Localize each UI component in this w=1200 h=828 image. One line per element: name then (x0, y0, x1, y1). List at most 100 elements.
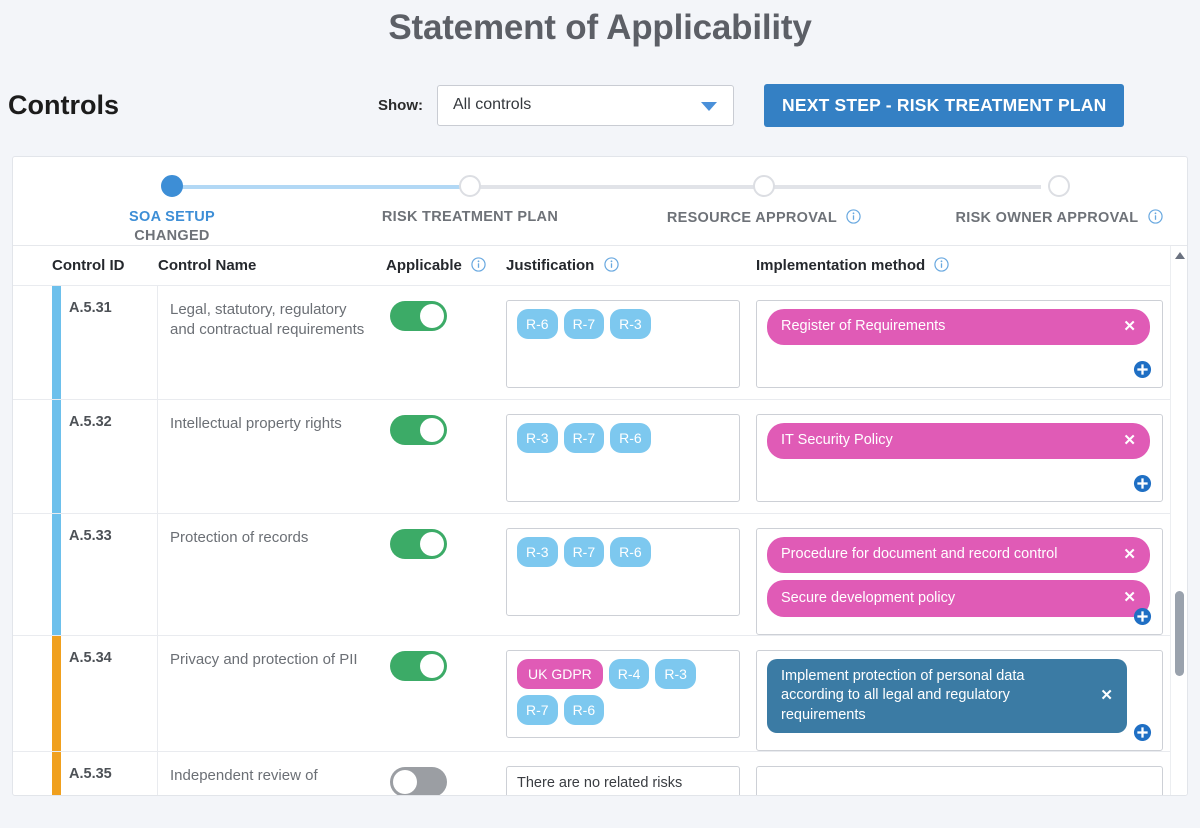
scroll-up-arrow-icon[interactable] (1175, 252, 1185, 259)
step-label-soa-setup: SOA SETUP (42, 209, 302, 225)
page-title: Statement of Applicability (0, 0, 1200, 48)
implementation-tag-label: Register of Requirements (781, 317, 945, 337)
soa-card: SOA SETUP CHANGED RISK TREATMENT PLAN RE… (12, 156, 1188, 796)
step-risk-owner-approval[interactable]: RISK OWNER APPROVAL (929, 175, 1188, 226)
cell-justification: UK GDPRR-4R-3 R-7R-6 (506, 636, 756, 752)
step-resource-approval[interactable]: RESOURCE APPROVAL (634, 175, 894, 226)
justification-pill[interactable]: R-4 (609, 659, 650, 689)
info-icon[interactable] (934, 257, 949, 272)
applicable-toggle[interactable] (390, 529, 447, 559)
justification-pill[interactable]: R-6 (610, 537, 651, 567)
info-icon[interactable] (1148, 209, 1163, 224)
justification-pill[interactable]: R-3 (655, 659, 696, 689)
close-icon[interactable]: ✕ (1123, 588, 1136, 608)
info-icon[interactable] (471, 257, 486, 272)
cell-applicable (386, 752, 506, 796)
plus-circle-icon[interactable] (1133, 607, 1152, 626)
scrollbar-thumb[interactable] (1175, 591, 1184, 676)
justification-pill[interactable]: R-7 (517, 695, 558, 725)
table-scrollbar[interactable] (1170, 246, 1187, 796)
table-row: A.5.31Legal, statutory, regulatory and c… (13, 285, 1187, 399)
implementation-tag-label: Implement protection of personal data ac… (781, 667, 1086, 726)
justification-pill[interactable]: R-3 (610, 309, 651, 339)
justification-pill[interactable]: R-3 (517, 423, 558, 453)
cell-control-id: A.5.31 (52, 286, 158, 399)
cell-implementation-method: Procedure for document and record contro… (756, 514, 1187, 635)
applicable-toggle[interactable] (390, 301, 447, 331)
justification-pill[interactable]: R-3 (517, 537, 558, 567)
step-dot-resource-approval (753, 175, 775, 197)
show-filter-label: Show: (378, 97, 423, 114)
cell-applicable (386, 636, 506, 752)
cell-control-name: Legal, statutory, regulatory and contrac… (158, 286, 386, 399)
implementation-tag[interactable]: Secure development policy ✕ (767, 580, 1150, 616)
plus-circle-icon[interactable] (1133, 474, 1152, 493)
row-status-bar (52, 752, 61, 796)
implementation-box[interactable]: Procedure for document and record contro… (756, 528, 1163, 635)
table-body: A.5.31Legal, statutory, regulatory and c… (13, 285, 1187, 796)
implementation-tag-label: Secure development policy (781, 589, 955, 609)
step-risk-treatment-plan[interactable]: RISK TREATMENT PLAN (340, 175, 600, 225)
justification-box[interactable]: UK GDPRR-4R-3 R-7R-6 (506, 650, 740, 738)
justification-pill[interactable]: UK GDPR (517, 659, 603, 689)
implementation-tag[interactable]: Procedure for document and record contro… (767, 537, 1150, 573)
applicable-toggle[interactable] (390, 415, 447, 445)
cell-justification: There are no related risks (506, 752, 756, 796)
justification-box[interactable]: There are no related risks (506, 766, 740, 796)
column-header-implementation-method: Implementation method (756, 257, 1187, 274)
table-row: A.5.34Privacy and protection of PIIUK GD… (13, 635, 1187, 752)
row-status-bar (52, 400, 61, 513)
close-icon[interactable]: ✕ (1123, 317, 1136, 337)
justification-pill[interactable]: R-7 (564, 309, 605, 339)
column-header-justification-text: Justification (506, 257, 594, 274)
justification-box[interactable]: R-6R-7R-3 (506, 300, 740, 388)
row-status-bar (52, 636, 61, 752)
close-icon[interactable]: ✕ (1123, 545, 1136, 565)
row-status-bar (52, 514, 61, 635)
justification-pill[interactable]: R-6 (564, 695, 605, 725)
cell-applicable (386, 514, 506, 635)
applicable-toggle[interactable] (390, 651, 447, 681)
implementation-tag[interactable]: Register of Requirements ✕ (767, 309, 1150, 345)
column-header-applicable: Applicable (386, 257, 506, 274)
cell-implementation-method: Implement protection of personal data ac… (756, 636, 1187, 752)
justification-pill[interactable]: R-7 (564, 423, 605, 453)
implementation-box[interactable]: IT Security Policy✕ (756, 414, 1163, 502)
implementation-tag[interactable]: Implement protection of personal data ac… (767, 659, 1127, 734)
table-header-row: Control ID Control Name Applicable Justi… (13, 246, 1187, 285)
toggle-knob (420, 304, 444, 328)
cell-implementation-method: Register of Requirements ✕ (756, 286, 1187, 399)
column-header-applicable-text: Applicable (386, 257, 462, 274)
toggle-knob (393, 770, 417, 794)
next-step-button[interactable]: NEXT STEP - RISK TREATMENT PLAN (764, 84, 1124, 127)
applicable-toggle[interactable] (390, 767, 447, 796)
justification-pill[interactable]: R-6 (517, 309, 558, 339)
plus-circle-icon[interactable] (1133, 723, 1152, 742)
plus-circle-icon[interactable] (1133, 360, 1152, 379)
cell-implementation-method: IT Security Policy✕ (756, 400, 1187, 513)
toggle-knob (420, 532, 444, 556)
cell-implementation-method (756, 752, 1187, 796)
close-icon[interactable]: ✕ (1123, 431, 1136, 451)
step-dot-risk-treatment-plan (459, 175, 481, 197)
justification-pill[interactable]: R-7 (564, 537, 605, 567)
implementation-box[interactable]: Implement protection of personal data ac… (756, 650, 1163, 752)
cell-justification: R-3R-7R-6 (506, 514, 756, 635)
implementation-box[interactable]: Register of Requirements ✕ (756, 300, 1163, 388)
info-icon[interactable] (604, 257, 619, 272)
justification-box[interactable]: R-3R-7R-6 (506, 528, 740, 616)
controls-filter-select[interactable]: All controls (437, 85, 734, 126)
step-soa-setup[interactable]: SOA SETUP CHANGED (42, 175, 302, 244)
table-row: A.5.35Independent review ofThere are no … (13, 751, 1187, 796)
controls-table: Control ID Control Name Applicable Justi… (13, 245, 1187, 796)
implementation-tag[interactable]: IT Security Policy✕ (767, 423, 1150, 459)
info-icon[interactable] (846, 209, 861, 224)
column-header-control-name: Control Name (158, 257, 386, 274)
justification-pill[interactable]: R-6 (610, 423, 651, 453)
step-label-resource-approval: RESOURCE APPROVAL (634, 209, 894, 226)
implementation-box[interactable] (756, 766, 1163, 796)
justification-box[interactable]: R-3R-7R-6 (506, 414, 740, 502)
justification-note: There are no related risks (517, 775, 729, 791)
cell-control-id: A.5.33 (52, 514, 158, 635)
close-icon[interactable]: ✕ (1100, 686, 1113, 706)
